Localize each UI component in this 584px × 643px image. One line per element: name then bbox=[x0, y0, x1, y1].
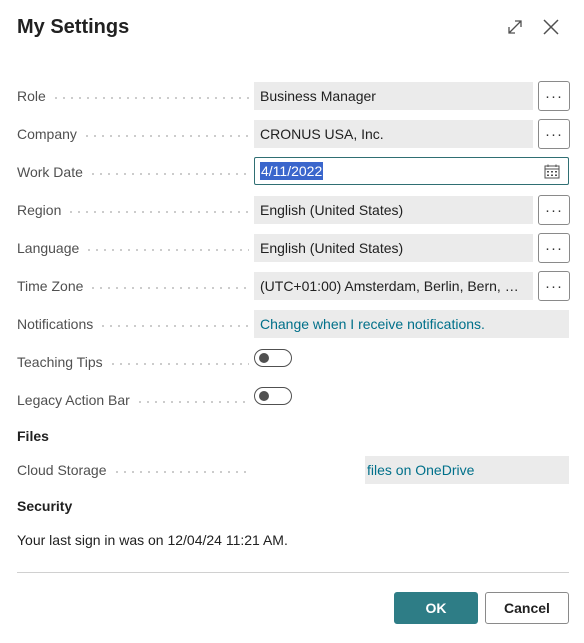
work-date-value: 4/11/2022 bbox=[260, 162, 324, 180]
company-value: CRONUS USA, Inc. bbox=[260, 126, 384, 142]
cancel-button[interactable]: Cancel bbox=[485, 592, 569, 624]
footer-divider bbox=[17, 572, 569, 573]
work-date-input[interactable]: 4/11/2022 bbox=[254, 157, 569, 185]
role-label: Role bbox=[17, 88, 52, 104]
notifications-row: Notifications Change when I receive noti… bbox=[17, 310, 569, 338]
leader-dots bbox=[112, 471, 249, 473]
legacy-action-bar-toggle[interactable] bbox=[254, 387, 292, 405]
time-zone-value: (UTC+01:00) Amsterdam, Berlin, Bern, Rom… bbox=[260, 278, 533, 294]
leader-dots bbox=[88, 173, 249, 175]
leader-dots bbox=[67, 211, 249, 213]
expand-icon[interactable] bbox=[502, 14, 528, 40]
dialog-title: My Settings bbox=[17, 16, 130, 38]
role-row: Role Business Manager ··· bbox=[17, 81, 570, 111]
role-value: Business Manager bbox=[260, 88, 376, 104]
notifications-link[interactable]: Change when I receive notifications. bbox=[254, 310, 569, 338]
toggle-knob bbox=[259, 391, 269, 401]
role-lookup-button[interactable]: ··· bbox=[538, 81, 570, 111]
leader-dots bbox=[51, 97, 249, 99]
time-zone-row: Time Zone (UTC+01:00) Amsterdam, Berlin,… bbox=[17, 271, 570, 301]
work-date-label: Work Date bbox=[17, 164, 89, 180]
close-icon[interactable] bbox=[538, 14, 564, 40]
time-zone-label: Time Zone bbox=[17, 278, 90, 294]
calendar-icon[interactable] bbox=[544, 164, 560, 182]
ok-button[interactable]: OK bbox=[394, 592, 478, 624]
region-lookup-button[interactable]: ··· bbox=[538, 195, 570, 225]
leader-dots bbox=[99, 325, 249, 327]
cloud-storage-label: Cloud Storage bbox=[17, 462, 113, 478]
company-lookup-button[interactable]: ··· bbox=[538, 119, 570, 149]
teaching-tips-row: Teaching Tips bbox=[17, 348, 569, 376]
cloud-storage-link[interactable]: files on OneDrive bbox=[365, 456, 569, 484]
teaching-tips-label: Teaching Tips bbox=[17, 354, 109, 370]
region-field[interactable]: English (United States) bbox=[254, 196, 533, 224]
language-row: Language English (United States) ··· bbox=[17, 233, 570, 263]
last-sign-in-text: Your last sign in was on 12/04/24 11:21 … bbox=[17, 532, 288, 548]
files-heading: Files bbox=[17, 428, 49, 444]
company-field[interactable]: CRONUS USA, Inc. bbox=[254, 120, 533, 148]
leader-dots bbox=[85, 249, 249, 251]
time-zone-field[interactable]: (UTC+01:00) Amsterdam, Berlin, Bern, Rom… bbox=[254, 272, 533, 300]
legacy-action-bar-label: Legacy Action Bar bbox=[17, 392, 136, 408]
role-field[interactable]: Business Manager bbox=[254, 82, 533, 110]
notifications-label: Notifications bbox=[17, 316, 100, 332]
region-label: Region bbox=[17, 202, 68, 218]
language-lookup-button[interactable]: ··· bbox=[538, 233, 570, 263]
cloud-storage-row: Cloud Storage files on OneDrive bbox=[17, 456, 569, 484]
company-label: Company bbox=[17, 126, 83, 142]
time-zone-lookup-button[interactable]: ··· bbox=[538, 271, 570, 301]
teaching-tips-toggle[interactable] bbox=[254, 349, 292, 367]
region-row: Region English (United States) ··· bbox=[17, 195, 570, 225]
language-field[interactable]: English (United States) bbox=[254, 234, 533, 262]
leader-dots bbox=[89, 287, 249, 289]
leader-dots bbox=[108, 363, 249, 365]
language-value: English (United States) bbox=[260, 240, 404, 256]
my-settings-dialog: My Settings Role Business Manager ··· Co… bbox=[0, 0, 584, 643]
legacy-action-bar-row: Legacy Action Bar bbox=[17, 386, 569, 414]
language-label: Language bbox=[17, 240, 86, 256]
work-date-row: Work Date 4/11/2022 bbox=[17, 157, 569, 186]
toggle-knob bbox=[259, 353, 269, 363]
leader-dots bbox=[82, 135, 249, 137]
security-heading: Security bbox=[17, 498, 73, 514]
leader-dots bbox=[135, 401, 249, 403]
company-row: Company CRONUS USA, Inc. ··· bbox=[17, 119, 570, 149]
region-value: English (United States) bbox=[260, 202, 404, 218]
